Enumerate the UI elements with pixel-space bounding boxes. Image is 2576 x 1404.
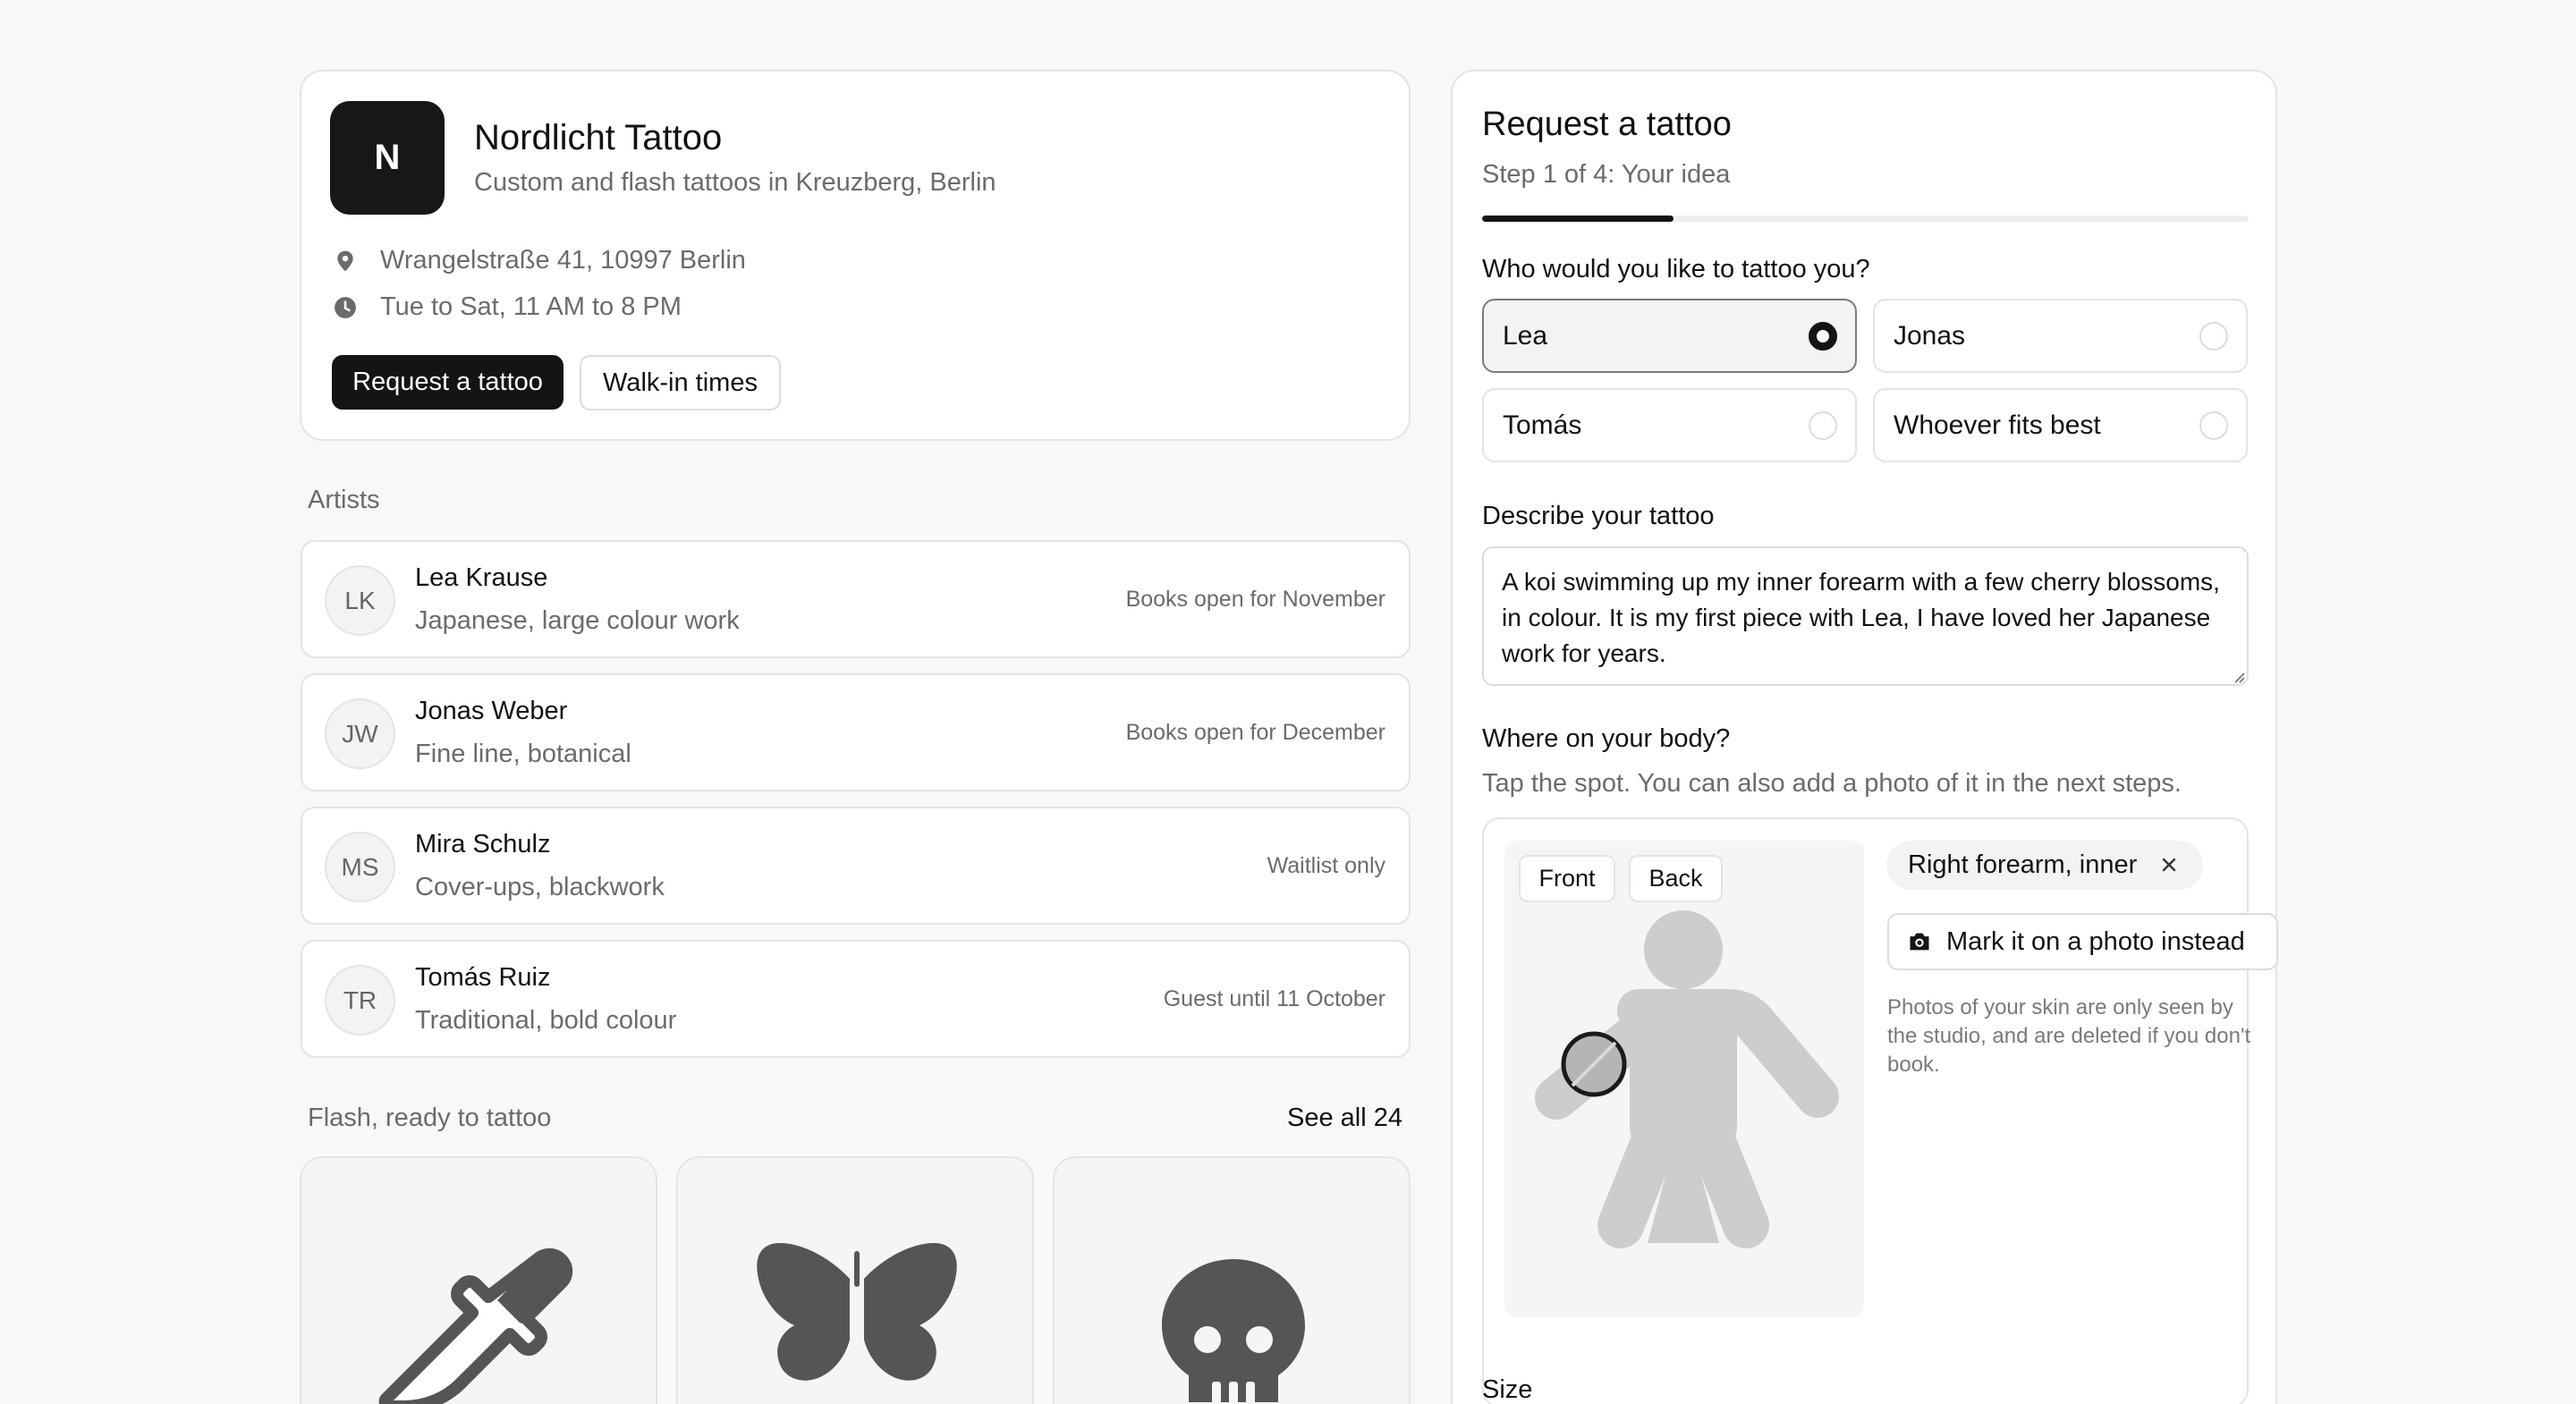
- radio-button[interactable]: [2199, 411, 2228, 440]
- artist-name: Jonas Weber: [415, 697, 568, 725]
- selected-spot-marker[interactable]: [1504, 841, 1864, 1317]
- artist-style: Fine line, botanical: [415, 740, 631, 768]
- artist-question: Who would you like to tattoo you?: [1482, 255, 1870, 283]
- artist-option-lea[interactable]: Lea: [1482, 299, 1857, 373]
- option-label: Jonas: [1894, 321, 1966, 351]
- artist-style: Traditional, bold colour: [415, 1006, 677, 1035]
- selected-spot-chip: Right forearm, inner: [1886, 841, 2203, 890]
- artist-option-whoever[interactable]: Whoever fits best: [1873, 388, 2248, 462]
- selected-spot-text: Right forearm, inner: [1908, 850, 2138, 879]
- request-form: Request a tattoo Step 1 of 4: Your idea …: [1451, 70, 2278, 1404]
- butterfly-icon: [757, 1243, 957, 1389]
- skull-icon: [1162, 1259, 1305, 1404]
- camera-icon: [1910, 933, 1929, 951]
- artist-style: Cover-ups, blackwork: [415, 873, 665, 901]
- flash-heading: Flash, ready to tattoo: [308, 1104, 552, 1132]
- radio-button[interactable]: [1809, 322, 1837, 351]
- describe-label: Describe your tattoo: [1482, 502, 1715, 530]
- artist-name: Tomás Ruiz: [415, 963, 551, 992]
- avatar: MS: [325, 832, 395, 902]
- location-pin-icon: [337, 250, 353, 271]
- step-indicator: Step 1 of 4: Your idea: [1482, 160, 1731, 189]
- hours-text: Tue to Sat, 11 AM to 8 PM: [380, 292, 682, 321]
- artist-status: Books open for December: [1125, 720, 1385, 745]
- request-tattoo-button[interactable]: Request a tattoo: [332, 355, 564, 410]
- studio-card: N Nordlicht Tattoo Custom and flash tatt…: [300, 70, 1411, 441]
- artist-row-tomas[interactable]: TR Tomás Ruiz Traditional, bold colour G…: [301, 940, 1411, 1058]
- size-label: Size: [1482, 1375, 1533, 1404]
- tattoo-description-input[interactable]: A koi swimming up my inner forearm with …: [1482, 546, 2249, 686]
- artist-name: Mira Schulz: [415, 830, 551, 858]
- body-placement-panel: Front Back Right forearm, inner Mark it …: [1482, 817, 2278, 1404]
- artist-row-lea[interactable]: LK Lea Krause Japanese, large colour wor…: [301, 540, 1411, 658]
- radio-button[interactable]: [1809, 411, 1837, 440]
- mark-on-photo-button[interactable]: Mark it on a photo instead: [1887, 913, 2278, 970]
- option-label: Whoever fits best: [1894, 410, 2101, 440]
- studio-hours: Tue to Sat, 11 AM to 8 PM: [334, 292, 682, 322]
- artists-heading: Artists: [308, 486, 380, 514]
- studio-tagline: Custom and flash tattoos in Kreuzberg, B…: [474, 168, 996, 197]
- flash-card-butterfly[interactable]: [676, 1156, 1034, 1404]
- avatar: JW: [325, 698, 395, 769]
- body-map[interactable]: Front Back: [1504, 841, 1864, 1317]
- artist-status: Waitlist only: [1267, 853, 1385, 878]
- studio-name: Nordlicht Tattoo: [474, 118, 723, 157]
- mark-on-photo-label: Mark it on a photo instead: [1946, 926, 2245, 956]
- artist-option-jonas[interactable]: Jonas: [1873, 299, 2248, 373]
- progress-fill: [1482, 216, 1674, 222]
- flash-card-dagger[interactable]: [300, 1156, 657, 1404]
- placement-label: Where on your body?: [1482, 724, 1731, 753]
- artist-row-mira[interactable]: MS Mira Schulz Cover-ups, blackwork Wait…: [301, 807, 1411, 925]
- address-text: Wrangelstraße 41, 10997 Berlin: [380, 246, 746, 275]
- avatar: TR: [325, 965, 395, 1036]
- dagger-icon: [378, 1248, 573, 1404]
- studio-address: Wrangelstraße 41, 10997 Berlin: [334, 246, 746, 275]
- option-label: Lea: [1503, 321, 1548, 351]
- artist-status: Books open for November: [1125, 587, 1385, 612]
- privacy-note: Photos of your skin are only seen by the…: [1887, 995, 2251, 1077]
- flash-card-skull[interactable]: [1053, 1156, 1411, 1404]
- artist-style: Japanese, large colour work: [415, 606, 740, 635]
- progress-bar: [1482, 216, 2249, 222]
- placement-help: Tap the spot. You can also add a photo o…: [1482, 769, 2182, 798]
- artist-name: Lea Krause: [415, 563, 548, 592]
- avatar: LK: [325, 565, 395, 636]
- clock-icon: [335, 296, 356, 318]
- artist-row-jonas[interactable]: JW Jonas Weber Fine line, botanical Book…: [301, 673, 1411, 791]
- option-label: Tomás: [1503, 410, 1582, 440]
- form-title: Request a tattoo: [1482, 106, 1732, 143]
- radio-button[interactable]: [2199, 322, 2228, 351]
- walk-in-times-button[interactable]: Walk-in times: [580, 355, 781, 410]
- resize-handle-icon[interactable]: [2231, 669, 2245, 683]
- studio-logo: N: [330, 101, 445, 215]
- close-icon[interactable]: [2160, 856, 2178, 874]
- artist-option-tomas[interactable]: Tomás: [1482, 388, 1857, 462]
- artist-status: Guest until 11 October: [1163, 986, 1385, 1011]
- see-all-flash-link[interactable]: See all 24: [1287, 1104, 1402, 1133]
